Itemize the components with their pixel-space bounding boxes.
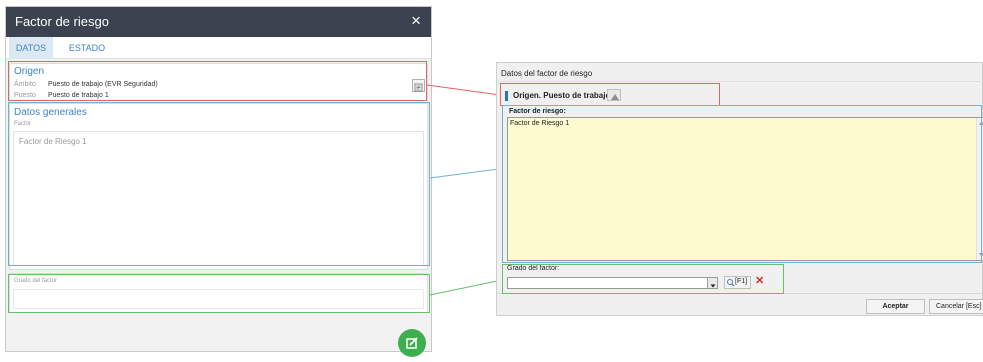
cancelar-button[interactable]: Cancelar [Esc] bbox=[929, 299, 983, 314]
highlight-grado-right bbox=[502, 264, 784, 294]
highlight-datos-right bbox=[502, 105, 982, 263]
divider bbox=[497, 81, 983, 82]
legacy-dialog-title: Datos del factor de riesgo bbox=[501, 69, 593, 78]
connector-red bbox=[426, 84, 501, 96]
connector-green bbox=[429, 279, 503, 296]
connector-blue bbox=[429, 167, 507, 179]
highlight-origen-right bbox=[500, 83, 720, 106]
aceptar-button[interactable]: Aceptar bbox=[866, 299, 925, 314]
